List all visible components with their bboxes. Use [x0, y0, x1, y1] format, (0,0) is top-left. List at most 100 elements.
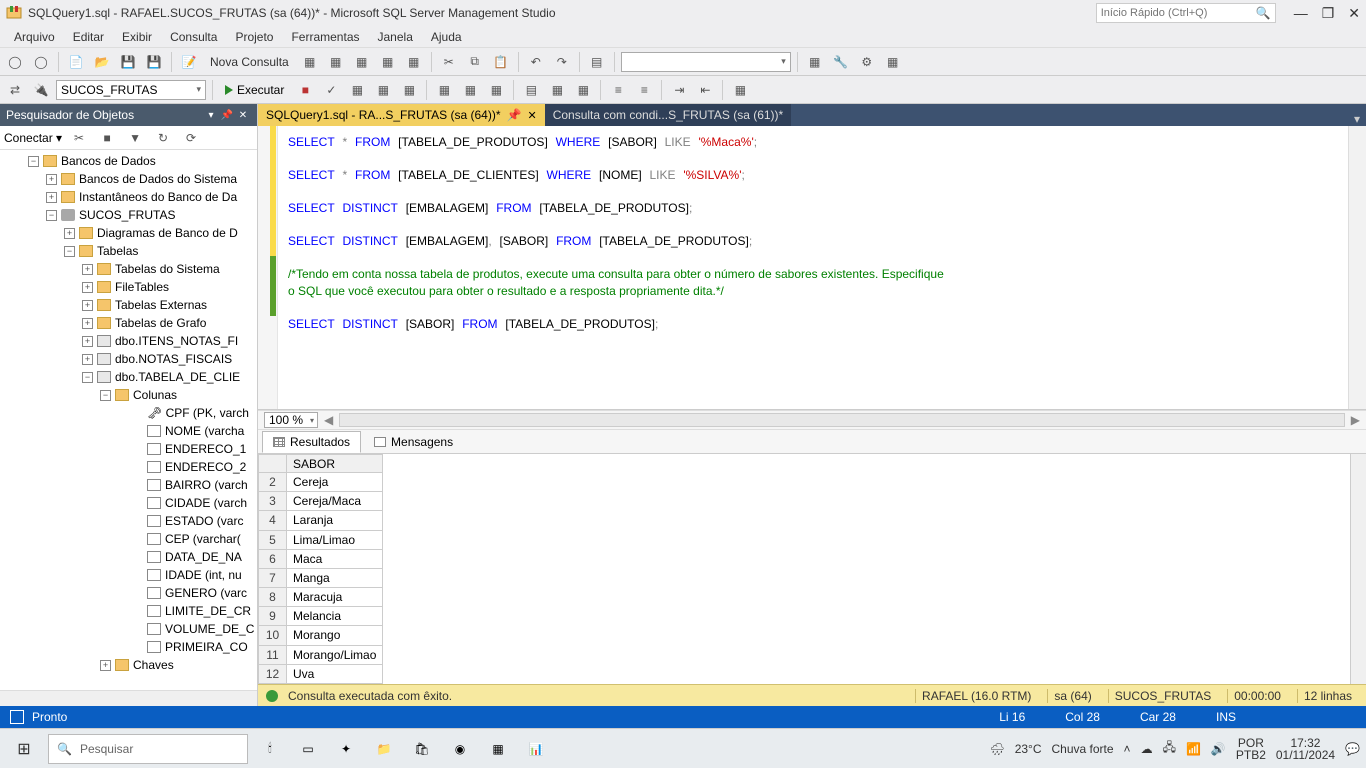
tab-resultados[interactable]: Resultados	[262, 431, 361, 453]
tree-item[interactable]: Chaves	[133, 658, 174, 672]
expand-button[interactable]: +	[82, 282, 93, 293]
tree-item[interactable]: Bancos de Dados do Sistema	[79, 172, 237, 186]
filter-button[interactable]: ▼	[124, 127, 146, 149]
cut-button[interactable]: ✂	[438, 51, 460, 73]
expand-button[interactable]: +	[82, 354, 93, 365]
pin-icon[interactable]: 📌	[507, 108, 522, 122]
weather-desc[interactable]: Chuva forte	[1052, 742, 1114, 756]
menu-consulta[interactable]: Consulta	[162, 28, 225, 46]
table-row[interactable]: 5Lima/Limao	[259, 530, 383, 549]
comment-button[interactable]: ≡	[607, 79, 629, 101]
table-row[interactable]: 4Laranja	[259, 511, 383, 530]
display-plan-button[interactable]: ▦	[346, 79, 368, 101]
include-plan-button[interactable]: ▦	[433, 79, 455, 101]
tray-volume-icon[interactable]: 🔊	[1211, 742, 1226, 756]
copy-button[interactable]: ⧉	[464, 51, 486, 73]
cell-value[interactable]: Maca	[287, 549, 383, 568]
taskbar-store-icon[interactable]: 🛍	[406, 733, 438, 765]
tree-item[interactable]: ENDERECO_2	[165, 460, 246, 474]
panel-pin-button[interactable]: 📌	[219, 110, 235, 121]
expand-button[interactable]: +	[46, 192, 57, 203]
taskbar-candle-icon[interactable]: 🕯	[254, 733, 286, 765]
quick-launch-box[interactable]: 🔍	[1096, 3, 1276, 23]
tree-item[interactable]: Tabelas Externas	[115, 298, 207, 312]
tree-hscroll[interactable]	[0, 690, 257, 706]
available-db-icon[interactable]: 🔌	[30, 79, 52, 101]
taskbar-search[interactable]: 🔍 Pesquisar	[48, 734, 248, 764]
cell-value[interactable]: Manga	[287, 568, 383, 587]
properties-button[interactable]: ▤	[586, 51, 608, 73]
table-row[interactable]: 11Morango/Limao	[259, 645, 383, 664]
tree-item[interactable]: VOLUME_DE_C	[165, 622, 254, 636]
save-button[interactable]: 💾	[117, 51, 139, 73]
menu-arquivo[interactable]: Arquivo	[6, 28, 63, 46]
tree-item[interactable]: PRIMEIRA_CO	[165, 640, 248, 654]
results-table[interactable]: SABOR 2Cereja3Cereja/Maca4Laranja5Lima/L…	[258, 454, 383, 684]
tree-item[interactable]: NOME (varcha	[165, 424, 244, 438]
code-text[interactable]: SELECT * FROM [TABELA_DE_PRODUTOS] WHERE…	[278, 126, 1348, 409]
cell-value[interactable]: Morango	[287, 626, 383, 645]
tree-item[interactable]: ESTADO (varc	[165, 514, 243, 528]
tree-item[interactable]: FileTables	[115, 280, 169, 294]
analysis-query-button[interactable]: ▦	[325, 51, 347, 73]
new-query-icon[interactable]: 📝	[178, 51, 200, 73]
tray-chevron-icon[interactable]: ˄	[1124, 742, 1131, 756]
expand-button[interactable]: −	[28, 156, 39, 167]
tray-clock[interactable]: 17:3201/11/2024	[1276, 737, 1335, 761]
taskbar-explorer-icon[interactable]: 📁	[368, 733, 400, 765]
oe-more-button[interactable]: ⟳	[180, 127, 202, 149]
results-grid-button[interactable]: ▦	[546, 79, 568, 101]
outdent-button[interactable]: ⇤	[694, 79, 716, 101]
cell-value[interactable]: Cereja	[287, 473, 383, 492]
expand-button[interactable]: +	[100, 660, 111, 671]
open-button[interactable]: 📂	[91, 51, 113, 73]
tool-button-2[interactable]: ⚙	[856, 51, 878, 73]
results-grid[interactable]: SABOR 2Cereja3Cereja/Maca4Laranja5Lima/L…	[258, 454, 1366, 684]
tray-notifications-icon[interactable]: 💬	[1345, 742, 1360, 756]
table-row[interactable]: 8Maracuja	[259, 588, 383, 607]
weather-icon[interactable]: 🌧	[989, 742, 1004, 756]
minimize-button[interactable]: —	[1294, 5, 1308, 22]
expand-button[interactable]: +	[82, 336, 93, 347]
cell-value[interactable]: Maracuja	[287, 588, 383, 607]
column-header[interactable]: SABOR	[287, 455, 383, 473]
tree-item[interactable]: BAIRRO (varch	[165, 478, 248, 492]
expand-button[interactable]: −	[46, 210, 57, 221]
editor-hscroll[interactable]	[339, 413, 1345, 427]
table-row[interactable]: 6Maca	[259, 549, 383, 568]
tree-item[interactable]: DATA_DE_NA	[165, 550, 242, 564]
expand-button[interactable]: −	[64, 246, 75, 257]
tray-language[interactable]: PORPTB2	[1236, 737, 1266, 761]
close-tab-button[interactable]: ✕	[527, 109, 536, 122]
taskbar-chrome-icon[interactable]: ◉	[444, 733, 476, 765]
expand-button[interactable]: +	[82, 300, 93, 311]
dmx-query-button[interactable]: ▦	[377, 51, 399, 73]
expand-button[interactable]: +	[46, 174, 57, 185]
tree-item[interactable]: Bancos de Dados	[61, 154, 156, 168]
tray-network-icon[interactable]: 🖧	[1163, 738, 1176, 759]
tree-item[interactable]: dbo.ITENS_NOTAS_FI	[115, 334, 238, 348]
menu-editar[interactable]: Editar	[65, 28, 112, 46]
expand-button[interactable]: +	[82, 264, 93, 275]
tree-item[interactable]: dbo.TABELA_DE_CLIE	[115, 370, 240, 384]
results-vscroll[interactable]	[1350, 454, 1366, 684]
tab-sqlquery1[interactable]: SQLQuery1.sql - RA...S_FRUTAS (sa (64))*…	[258, 104, 545, 126]
xmla-query-button[interactable]: ▦	[403, 51, 425, 73]
solution-dropdown[interactable]	[621, 52, 791, 72]
tree-item[interactable]: CPF (PK, varch	[166, 406, 249, 420]
taskbar-taskview-icon[interactable]: ▭	[292, 733, 324, 765]
tree-item[interactable]: IDADE (int, nu	[165, 568, 242, 582]
hscroll-right[interactable]: ▶	[1351, 413, 1360, 427]
results-text-button[interactable]: ▤	[520, 79, 542, 101]
tree-item[interactable]: ENDERECO_1	[165, 442, 246, 456]
expand-button[interactable]: −	[82, 372, 93, 383]
tree-item[interactable]: CIDADE (varch	[165, 496, 247, 510]
new-project-button[interactable]: 📄	[65, 51, 87, 73]
redo-button[interactable]: ↷	[551, 51, 573, 73]
hscroll-left[interactable]: ◀	[324, 413, 333, 427]
tree-item[interactable]: Tabelas de Grafo	[115, 316, 206, 330]
nav-back-button[interactable]: ◯	[4, 51, 26, 73]
tab-consulta-condi[interactable]: Consulta com condi...S_FRUTAS (sa (61))*	[545, 104, 792, 126]
tray-onedrive-icon[interactable]: ☁	[1141, 742, 1153, 756]
undo-button[interactable]: ↶	[525, 51, 547, 73]
